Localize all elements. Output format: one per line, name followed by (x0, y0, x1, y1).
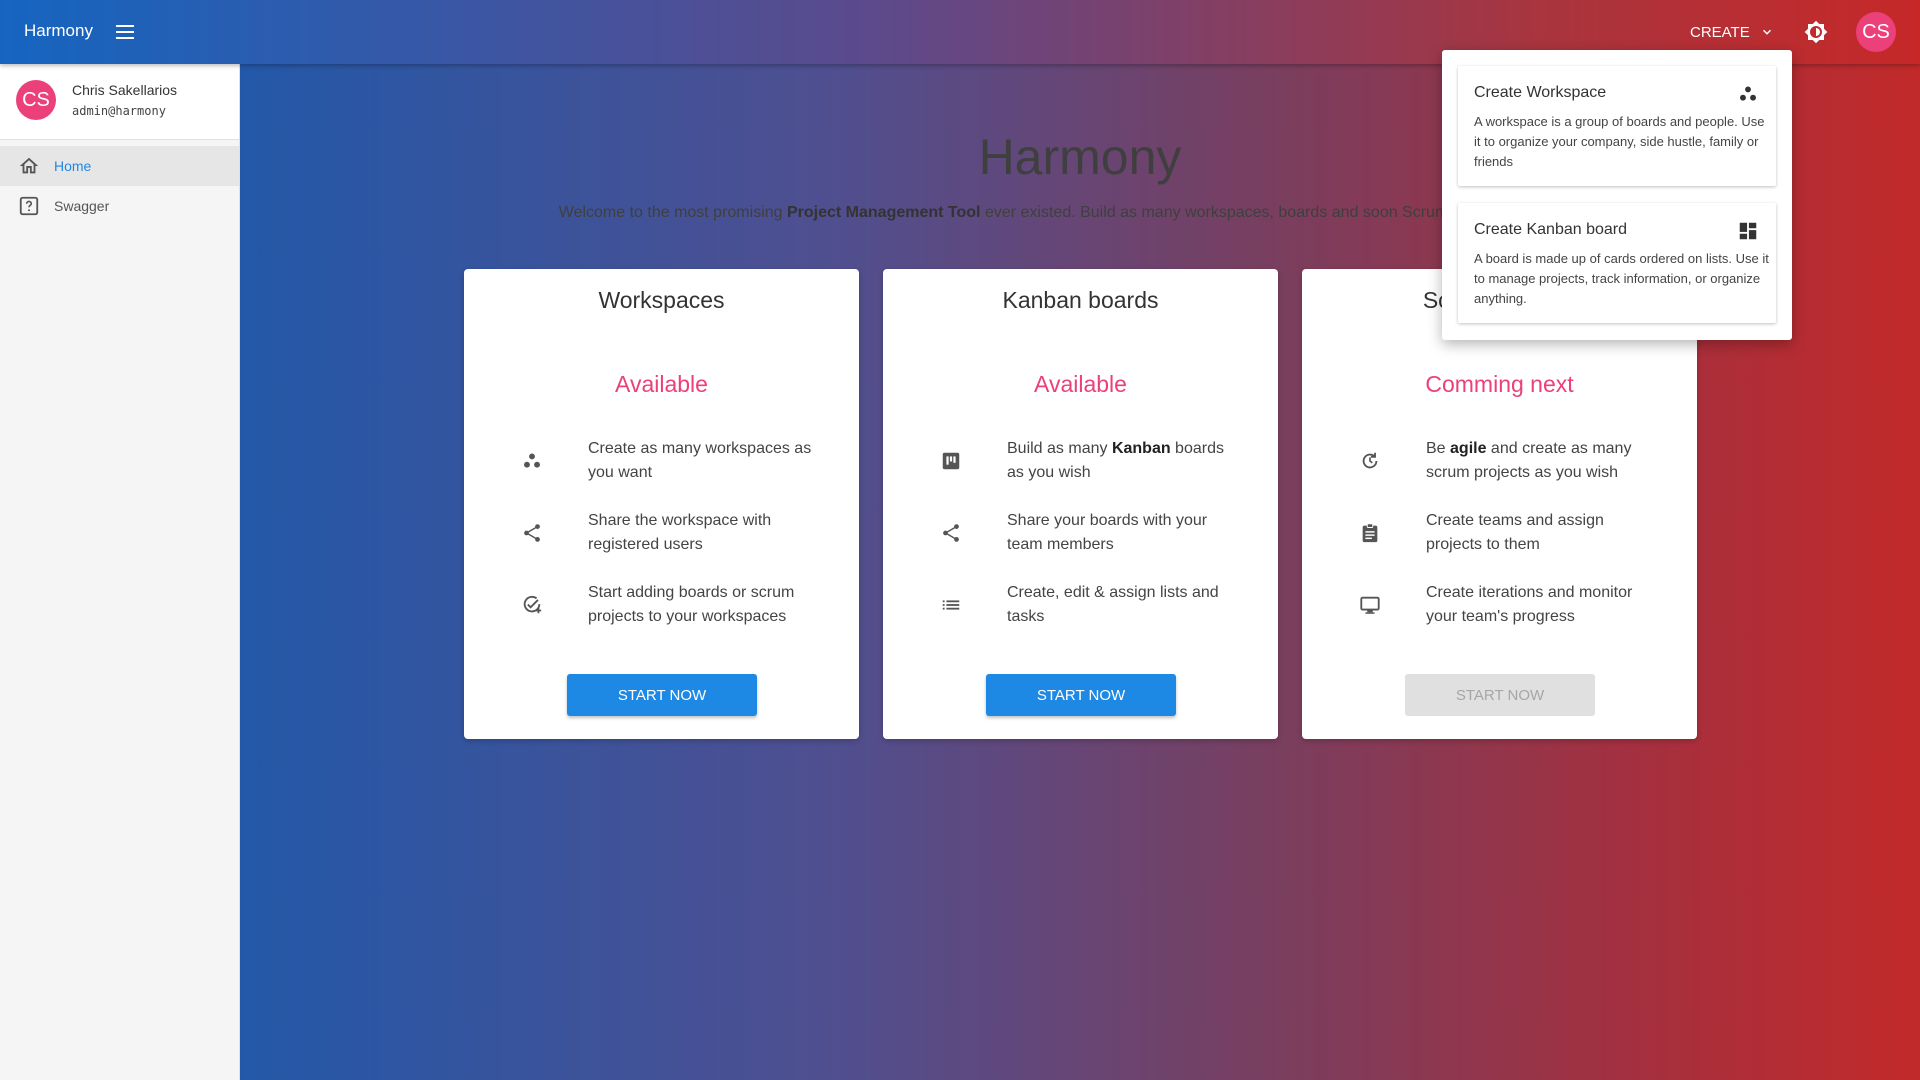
share-icon (939, 521, 963, 545)
option-title: Create Kanban board (1474, 221, 1627, 238)
user-avatar-button[interactable]: CS (1856, 12, 1896, 52)
clipboard-icon (1358, 521, 1382, 545)
sidebar: CS Chris Sakellarios admin@harmony Home … (0, 64, 240, 1080)
option-description: A board is made up of cards ordered on l… (1474, 251, 1769, 306)
option-title: Create Workspace (1474, 84, 1607, 101)
chevron-down-icon (1762, 29, 1771, 35)
feature-item: Be agile and create as many scrum projec… (1358, 437, 1658, 485)
list-icon (939, 593, 963, 617)
feature-item: Create iterations and monitor your team'… (1358, 581, 1658, 629)
card-status: Available (1034, 371, 1127, 397)
start-now-button-disabled: START NOW (1405, 674, 1595, 716)
app-brand[interactable]: Harmony (24, 21, 93, 41)
sprint-icon (1358, 449, 1382, 473)
feature-item: Create as many workspaces as you want (520, 437, 820, 485)
create-menu-button[interactable]: CREATE (1690, 18, 1774, 46)
feature-item: Create, edit & assign lists and tasks (939, 581, 1239, 629)
feature-item: Share your boards with your team members (939, 509, 1239, 557)
feature-item: Build as many Kanban boards as you wish (939, 437, 1239, 485)
menu-toggle-button[interactable] (113, 20, 137, 44)
home-icon (18, 155, 40, 177)
create-button-label: CREATE (1690, 23, 1750, 41)
card-title: Kanban boards (1002, 287, 1159, 313)
kanban-icon (939, 449, 963, 473)
help-icon (18, 195, 40, 217)
start-now-button[interactable]: START NOW (986, 674, 1176, 716)
card-title: Workspaces (598, 287, 725, 313)
feature-card-kanban: Kanban boards Available Build as many Ka… (883, 269, 1278, 739)
card-status: Available (615, 371, 708, 397)
create-workspace-option[interactable]: Create Workspace A workspace is a group … (1458, 66, 1776, 186)
add-task-icon (520, 593, 544, 617)
feature-item: Start adding boards or scrum projects to… (520, 581, 820, 629)
dashboard-icon (1736, 219, 1760, 243)
start-now-button[interactable]: START NOW (567, 674, 757, 716)
share-icon (520, 521, 544, 545)
monitor-icon (1358, 593, 1382, 617)
sidebar-item-label: Swagger (54, 198, 110, 214)
sidebar-item-home[interactable]: Home (0, 146, 239, 186)
option-description: A workspace is a group of boards and peo… (1474, 114, 1765, 169)
card-status: Comming next (1425, 371, 1574, 397)
sidebar-user-info: CS Chris Sakellarios admin@harmony (0, 64, 239, 140)
brightness-icon (1804, 20, 1828, 44)
user-name: Chris Sakellarios (72, 82, 178, 98)
create-menu-dropdown: Create Workspace A workspace is a group … (1442, 50, 1792, 340)
group-work-icon (1736, 82, 1760, 106)
feature-card-workspaces: Workspaces Available Create as many work… (464, 269, 859, 739)
sidebar-item-label: Home (54, 158, 92, 174)
create-kanban-board-option[interactable]: Create Kanban board A board is made up o… (1458, 203, 1776, 323)
hamburger-icon (116, 25, 134, 27)
feature-item: Create teams and assign projects to them (1358, 509, 1658, 557)
sidebar-item-swagger[interactable]: Swagger (0, 186, 239, 226)
avatar: CS (16, 80, 56, 120)
user-email: admin@harmony (72, 104, 166, 118)
theme-toggle-button[interactable] (1804, 20, 1828, 44)
group-work-icon (520, 449, 544, 473)
feature-item: Share the workspace with registered user… (520, 509, 820, 557)
